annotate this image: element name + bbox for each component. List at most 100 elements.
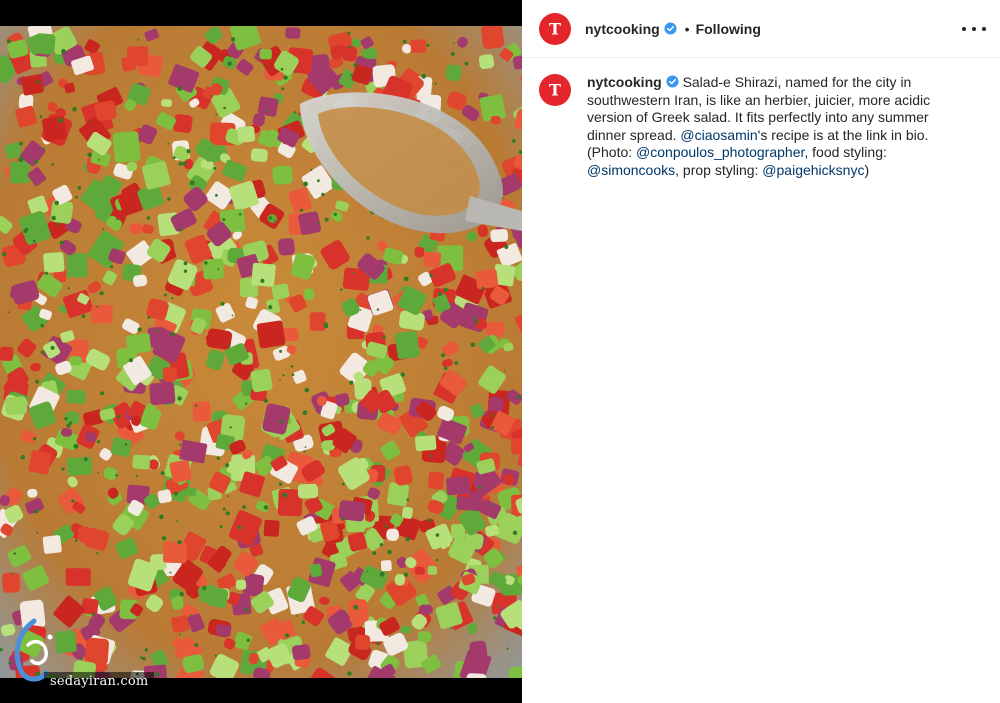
post-media[interactable]: sedayiran.com (0, 0, 522, 703)
salad-piece (161, 99, 172, 107)
mention-link[interactable]: @simoncooks (587, 162, 675, 178)
herb-fleck (171, 297, 174, 300)
herb-fleck (190, 614, 193, 617)
herb-fleck (96, 552, 99, 555)
salad-piece (41, 115, 67, 142)
herb-fleck (11, 572, 14, 575)
salad-piece (508, 666, 522, 678)
salad-piece (292, 644, 311, 661)
mention-link[interactable]: @conpoulos_photographer (636, 144, 804, 160)
salad-piece (132, 454, 151, 470)
salad-piece (400, 625, 412, 634)
herb-fleck (321, 192, 325, 197)
herb-fleck (161, 536, 167, 541)
herb-fleck (464, 61, 469, 66)
salad-piece (303, 288, 315, 301)
salad-piece (417, 631, 432, 643)
herb-fleck (194, 643, 199, 647)
herb-fleck (450, 627, 452, 630)
herb-fleck (176, 520, 179, 522)
herb-fleck (51, 163, 54, 166)
salad-piece (173, 114, 193, 134)
post-panel: T nytcooking • Following T nytcooking Sa… (522, 0, 1000, 703)
herb-fleck (268, 216, 272, 220)
herb-fleck (384, 524, 388, 528)
herb-fleck (379, 543, 384, 547)
herb-fleck (7, 311, 10, 313)
verified-badge-icon (666, 75, 679, 88)
herb-fleck (74, 539, 78, 543)
post-header: T nytcooking • Following (522, 0, 1000, 58)
verified-badge-icon (664, 21, 677, 35)
herb-fleck (260, 278, 265, 283)
herb-fleck (352, 271, 355, 274)
caption-username[interactable]: nytcooking (587, 74, 679, 90)
herb-fleck (61, 467, 65, 471)
herb-fleck (220, 302, 225, 306)
herb-fleck (116, 218, 119, 221)
profile-avatar[interactable]: T (539, 12, 571, 45)
herb-fleck (382, 335, 386, 339)
herb-fleck (75, 195, 78, 199)
herb-fleck (291, 373, 295, 377)
herb-fleck (33, 437, 37, 441)
salad-piece (66, 456, 93, 476)
herb-fleck (72, 106, 77, 112)
salad-piece (0, 346, 14, 361)
header-username[interactable]: nytcooking (585, 21, 677, 37)
salad-piece (66, 389, 86, 404)
mention-link[interactable]: @paigehicksnyc (762, 162, 864, 178)
herb-fleck (341, 482, 345, 486)
herb-fleck (167, 142, 170, 145)
salad-piece (414, 566, 425, 576)
salad-piece (285, 27, 301, 39)
herb-fleck (34, 159, 39, 164)
herb-fleck (512, 139, 516, 143)
herb-fleck (71, 499, 75, 503)
herb-fleck (115, 473, 118, 477)
herb-fleck (304, 446, 307, 448)
herb-fleck (137, 327, 142, 332)
more-options-icon[interactable] (962, 19, 986, 39)
mention-link[interactable]: @ciaosamin (680, 127, 757, 143)
herb-fleck (147, 316, 151, 319)
herb-fleck (35, 379, 39, 384)
caption-username-text[interactable]: nytcooking (587, 74, 662, 90)
herb-fleck (481, 286, 485, 290)
more-dot (962, 27, 966, 31)
herb-fleck (376, 308, 380, 311)
herb-fleck (317, 222, 320, 225)
herb-fleck (427, 518, 432, 522)
salad-piece (91, 305, 113, 324)
herb-fleck (215, 113, 218, 116)
herb-fleck (178, 162, 183, 166)
header-separator: • (684, 20, 690, 37)
herb-fleck (514, 172, 517, 175)
herb-fleck (379, 571, 385, 577)
herb-fleck (281, 87, 285, 90)
salad-piece (309, 312, 326, 331)
header-username-text[interactable]: nytcooking (585, 21, 660, 37)
herb-fleck (222, 218, 226, 221)
herb-fleck (177, 396, 182, 401)
salad-piece (5, 396, 28, 416)
herb-fleck (440, 353, 446, 358)
caption-avatar[interactable]: T (539, 74, 571, 106)
herb-fleck (366, 570, 369, 573)
salad-piece (68, 356, 82, 366)
herb-fleck (242, 505, 246, 509)
following-button[interactable]: Following (696, 21, 761, 37)
herb-fleck (364, 532, 367, 534)
nyt-t-logo-icon: T (549, 19, 561, 38)
post-caption: T nytcooking Salad-e Shirazi, named for … (522, 58, 1000, 179)
herb-fleck (227, 495, 230, 498)
herb-fleck (216, 456, 220, 460)
herb-fleck (98, 158, 100, 161)
herb-fleck (426, 43, 430, 47)
herb-fleck (177, 86, 183, 91)
herb-fleck (183, 269, 188, 273)
herb-fleck (400, 372, 405, 377)
salad-photo[interactable] (0, 26, 522, 678)
herb-fleck (279, 379, 281, 381)
herb-fleck (177, 69, 180, 71)
